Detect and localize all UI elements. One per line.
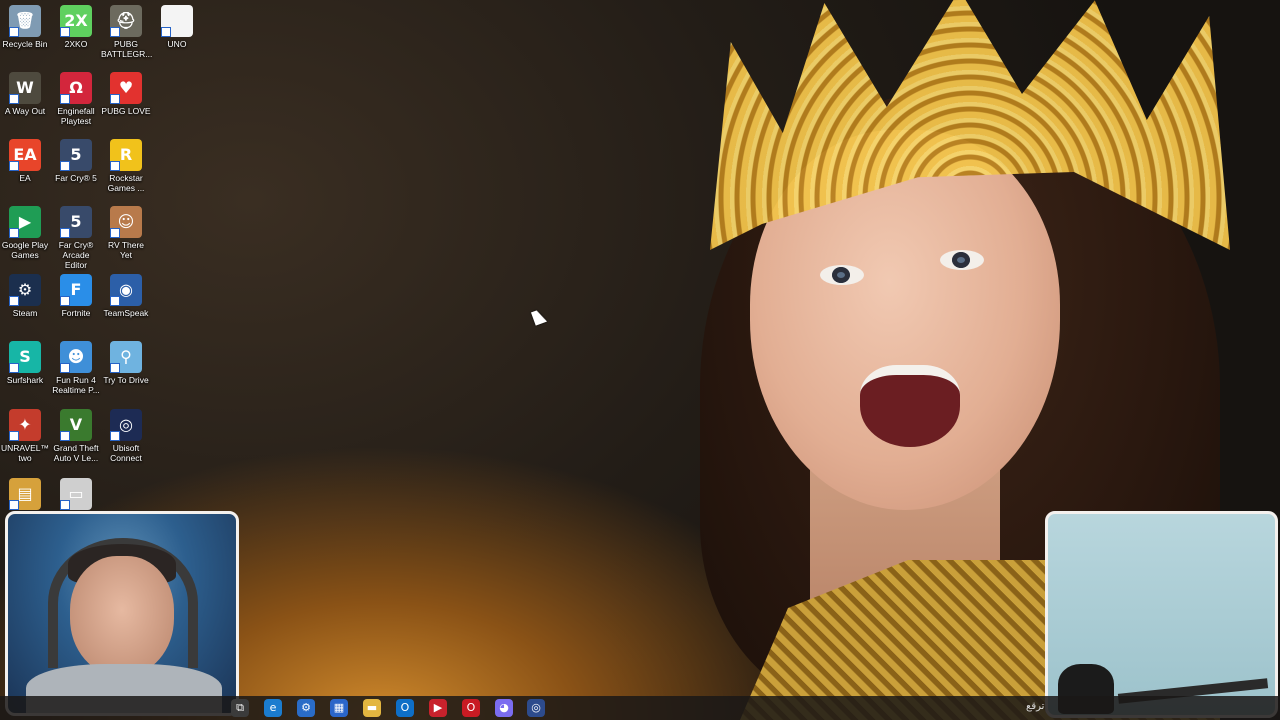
tray-text: ترقع [1026, 701, 1045, 712]
desktop-icon-rv-there-yet[interactable]: ☺ RV There Yet [101, 206, 151, 260]
desktop-icon-label: Far Cry® Arcade Editor [58, 240, 94, 270]
desktop-icon-label: Surfshark [6, 375, 44, 385]
desktop-icon-label: UNRAVEL™ two [0, 443, 50, 463]
outlook-icon[interactable]: O [396, 699, 414, 717]
steam-icon: ⚙ [9, 274, 41, 306]
desktop-icon-label: EA [19, 173, 31, 183]
store-icon[interactable]: ▦ [330, 699, 348, 717]
desktop-icon-label: PUBG LOVE [101, 106, 151, 116]
taskbar: ترقع ⧉ e ⚙ ▦ ▬ O ▶ O ◕ ◎ [0, 696, 1280, 720]
desktop-icon-google-play-games[interactable]: ▶ Google Play Games [0, 206, 50, 260]
surfshark-icon: S [9, 341, 41, 373]
ubisoft-taskbar-icon[interactable]: ◎ [527, 699, 545, 717]
recycle-bin-icon: 🗑 [9, 5, 41, 37]
task-view-icon[interactable]: ⧉ [231, 699, 249, 717]
desktop-icon-label: Grand Theft Auto V Le... [53, 443, 99, 463]
google-play-games-icon: ▶ [9, 206, 41, 238]
fortnite-icon: F [60, 274, 92, 306]
desktop-icon-unravel-two[interactable]: ✦ UNRAVEL™ two [0, 409, 50, 463]
try-to-drive-icon: ⚲ [110, 341, 142, 373]
desktop-icon-try-to-drive[interactable]: ⚲ Try To Drive [101, 341, 151, 385]
file-explorer-icon[interactable]: ▬ [363, 699, 381, 717]
desktop-icon-a-way-out[interactable]: W A Way Out [0, 72, 50, 116]
a-way-out-icon: W [9, 72, 41, 104]
discord-icon[interactable]: ◕ [495, 699, 513, 717]
desktop-icon-teamspeak[interactable]: ◉ TeamSpeak [101, 274, 151, 318]
teamspeak-icon: ◉ [110, 274, 142, 306]
steam-taskbar-icon[interactable]: ⚙ [297, 699, 315, 717]
desktop-icon-label: Fortnite [61, 308, 91, 318]
desktop-icon-label: UNO [167, 39, 187, 49]
desktop-icon-label: Ubisoft Connect [110, 443, 142, 463]
rockstar-games-icon: R [110, 139, 142, 171]
desktop-icon-ubisoft-connect[interactable]: ◎ Ubisoft Connect [101, 409, 151, 463]
unravel-two-icon: ✦ [9, 409, 41, 441]
streamer-face [70, 556, 174, 676]
desktop-icon-label: PUBG BATTLEGR... [101, 39, 153, 59]
desktop-icon-grid: 🗑 Recycle Bin 2X 2XKO ⛑ PUBG BATTLEGR... UNO W A… [0, 0, 193, 512]
desktop-icon-label: Google Play Games [1, 240, 49, 260]
enginefall-icon: Ω [60, 72, 92, 104]
fun-run-4-icon: ☻ [60, 341, 92, 373]
far-cry-5-icon: 5 [60, 139, 92, 171]
desktop-icon-fortnite[interactable]: F Fortnite [51, 274, 101, 318]
folder-file-icon: ▤ [9, 478, 41, 510]
desktop-icon-label: Fun Run 4 Realtime P... [52, 375, 100, 395]
desktop-icon-enginefall[interactable]: Ω Enginefall Playtest [51, 72, 101, 126]
desktop-icon-label: A Way Out [4, 106, 46, 116]
desktop-icon-label: Try To Drive [103, 375, 149, 385]
desktop-icon-2xko[interactable]: 2X 2XKO [51, 5, 101, 49]
desktop-icon-uno-file[interactable]: UNO [152, 5, 202, 49]
desktop-icon-label: TeamSpeak [103, 308, 149, 318]
rv-there-yet-icon: ☺ [110, 206, 142, 238]
webcam-overlay-microphone [1045, 511, 1278, 718]
video-editor-icon[interactable]: ▶ [429, 699, 447, 717]
desktop-icon-label: RV There Yet [107, 240, 145, 260]
desktop-icon-drive-file[interactable]: ▭ [51, 478, 101, 512]
desktop-icon-surfshark[interactable]: S Surfshark [0, 341, 50, 385]
desktop-icon-rockstar-games[interactable]: R Rockstar Games ... [101, 139, 151, 193]
desktop-icon-far-cry-arcade[interactable]: 5 Far Cry® Arcade Editor [51, 206, 101, 270]
desktop-icon-folder-file[interactable]: ▤ [0, 478, 50, 512]
desktop-icon-gta-v[interactable]: V Grand Theft Auto V Le... [51, 409, 101, 463]
desktop-icon-steam[interactable]: ⚙ Steam [0, 274, 50, 318]
ubisoft-connect-icon: ◎ [110, 409, 142, 441]
pubg-battlegrounds-icon: ⛑ [110, 5, 142, 37]
desktop-icon-far-cry-5[interactable]: 5 Far Cry® 5 [51, 139, 101, 183]
desktop-icon-fun-run-4[interactable]: ☻ Fun Run 4 Realtime P... [51, 341, 101, 395]
desktop-icon-pubg-battlegrounds[interactable]: ⛑ PUBG BATTLEGR... [101, 5, 153, 59]
desktop-icon-label: Steam [12, 308, 38, 318]
2xko-icon: 2X [60, 5, 92, 37]
desktop-icon-label: Enginefall Playtest [57, 106, 95, 126]
gta-v-icon: V [60, 409, 92, 441]
desktop-icon-recycle-bin[interactable]: 🗑 Recycle Bin [0, 5, 50, 49]
mouse-cursor-icon [530, 308, 548, 326]
desktop-icon-ea[interactable]: EA EA [0, 139, 50, 183]
ea-icon: EA [9, 139, 41, 171]
far-cry-arcade-icon: 5 [60, 206, 92, 238]
webcam-overlay-streamer [5, 511, 239, 716]
desktop-icon-label: Recycle Bin [2, 39, 48, 49]
desktop-icon-label: 2XKO [64, 39, 88, 49]
desktop-icon-label: Far Cry® 5 [55, 173, 97, 183]
wallpaper-eye-right [940, 250, 984, 270]
desktop-icon-label: Rockstar Games ... [107, 173, 145, 193]
drive-file-icon: ▭ [60, 478, 92, 510]
uno-file-icon [161, 5, 193, 37]
wallpaper-eye-left [820, 265, 864, 285]
opera-icon[interactable]: O [462, 699, 480, 717]
desktop-icon-pubg-love[interactable]: ♥ PUBG LOVE [101, 72, 151, 116]
wallpaper-mouth [860, 365, 960, 447]
edge-icon[interactable]: e [264, 699, 282, 717]
pubg-love-icon: ♥ [110, 72, 142, 104]
